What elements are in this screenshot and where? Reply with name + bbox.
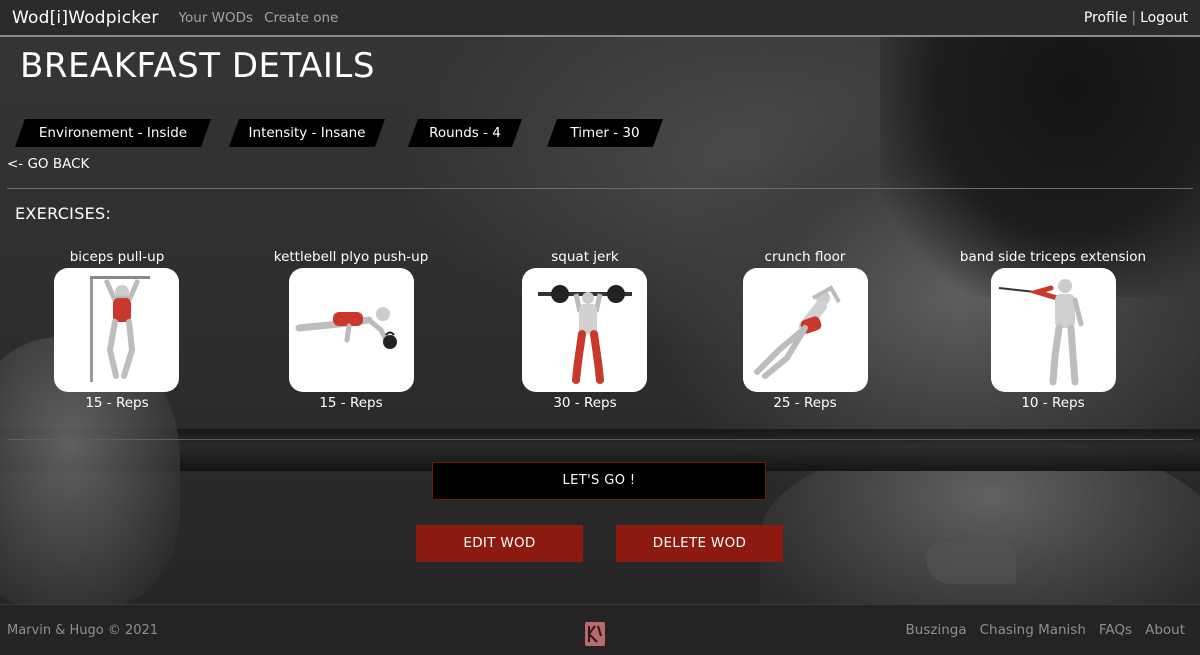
tag-timer: Timer - 30 bbox=[547, 119, 663, 147]
profile-link[interactable]: Profile bbox=[1084, 10, 1128, 26]
exercise-card-kettlebell-plyo-push-up[interactable] bbox=[289, 268, 414, 392]
footer-link-about[interactable]: About bbox=[1145, 622, 1185, 638]
brand-logo-text[interactable]: Wod[i]Wodpicker bbox=[12, 8, 159, 28]
divider-bottom bbox=[7, 439, 1193, 440]
pull-up-icon bbox=[90, 276, 150, 382]
exercises-heading: EXERCISES: bbox=[15, 204, 112, 223]
exercise-reps: 25 - Reps bbox=[773, 395, 837, 411]
footer-link-chasing-manish[interactable]: Chasing Manish bbox=[980, 622, 1086, 638]
exercise-reps: 30 - Reps bbox=[553, 395, 617, 411]
exercise-card-crunch-floor[interactable] bbox=[743, 268, 868, 392]
tag-rounds: Rounds - 4 bbox=[408, 119, 522, 147]
exercise-name: squat jerk bbox=[551, 249, 619, 265]
exercise-name: kettlebell plyo push-up bbox=[273, 249, 429, 265]
account-links: Profile | Logout bbox=[1084, 10, 1188, 26]
footer-link-faqs[interactable]: FAQs bbox=[1099, 622, 1132, 638]
footer-logo-icon[interactable] bbox=[585, 622, 605, 646]
tag-intensity: Intensity - Insane bbox=[229, 119, 385, 147]
exercise-card-band-side-triceps-extension[interactable] bbox=[991, 268, 1116, 392]
delete-wod-button[interactable]: DELETE WOD bbox=[616, 525, 783, 562]
go-back-link[interactable]: <- GO BACK bbox=[7, 156, 89, 172]
logout-link[interactable]: Logout bbox=[1140, 10, 1188, 26]
crunch-icon bbox=[754, 285, 841, 379]
tag-environment: Environement - Inside bbox=[15, 119, 211, 147]
exercise-reps: 10 - Reps bbox=[1021, 395, 1085, 411]
exercise-name: band side triceps extension bbox=[959, 249, 1147, 265]
band-extension-icon bbox=[998, 279, 1084, 386]
exercise-name: crunch floor bbox=[764, 249, 846, 265]
divider-top bbox=[7, 188, 1193, 189]
nav-link-create-one[interactable]: Create one bbox=[264, 10, 338, 26]
background-apparel-logo bbox=[926, 542, 1016, 584]
exercise-name: biceps pull-up bbox=[69, 249, 165, 265]
exercise-reps: 15 - Reps bbox=[319, 395, 383, 411]
push-up-icon bbox=[295, 307, 397, 349]
exercise-reps: 15 - Reps bbox=[85, 395, 149, 411]
top-navbar: Wod[i]Wodpicker Your WODs Create one Pro… bbox=[0, 0, 1200, 37]
barbell-jerk-icon bbox=[538, 285, 632, 384]
exercise-card-biceps-pull-up[interactable] bbox=[54, 268, 179, 392]
edit-wod-button[interactable]: EDIT WOD bbox=[416, 525, 583, 562]
footer-links: Buszinga Chasing Manish FAQs About bbox=[893, 622, 1193, 638]
lets-go-button[interactable]: LET'S GO ! bbox=[432, 462, 766, 500]
nav-separator: | bbox=[1131, 9, 1137, 26]
exercise-card-squat-jerk[interactable] bbox=[522, 268, 647, 392]
footer: Marvin & Hugo © 2021 Buszinga Chasing Ma… bbox=[0, 604, 1200, 655]
nav-link-your-wods[interactable]: Your WODs bbox=[179, 10, 254, 26]
footer-copyright: Marvin & Hugo © 2021 bbox=[7, 622, 159, 638]
page-title: BREAKFAST DETAILS bbox=[20, 46, 375, 86]
footer-link-buszinga[interactable]: Buszinga bbox=[906, 622, 967, 638]
